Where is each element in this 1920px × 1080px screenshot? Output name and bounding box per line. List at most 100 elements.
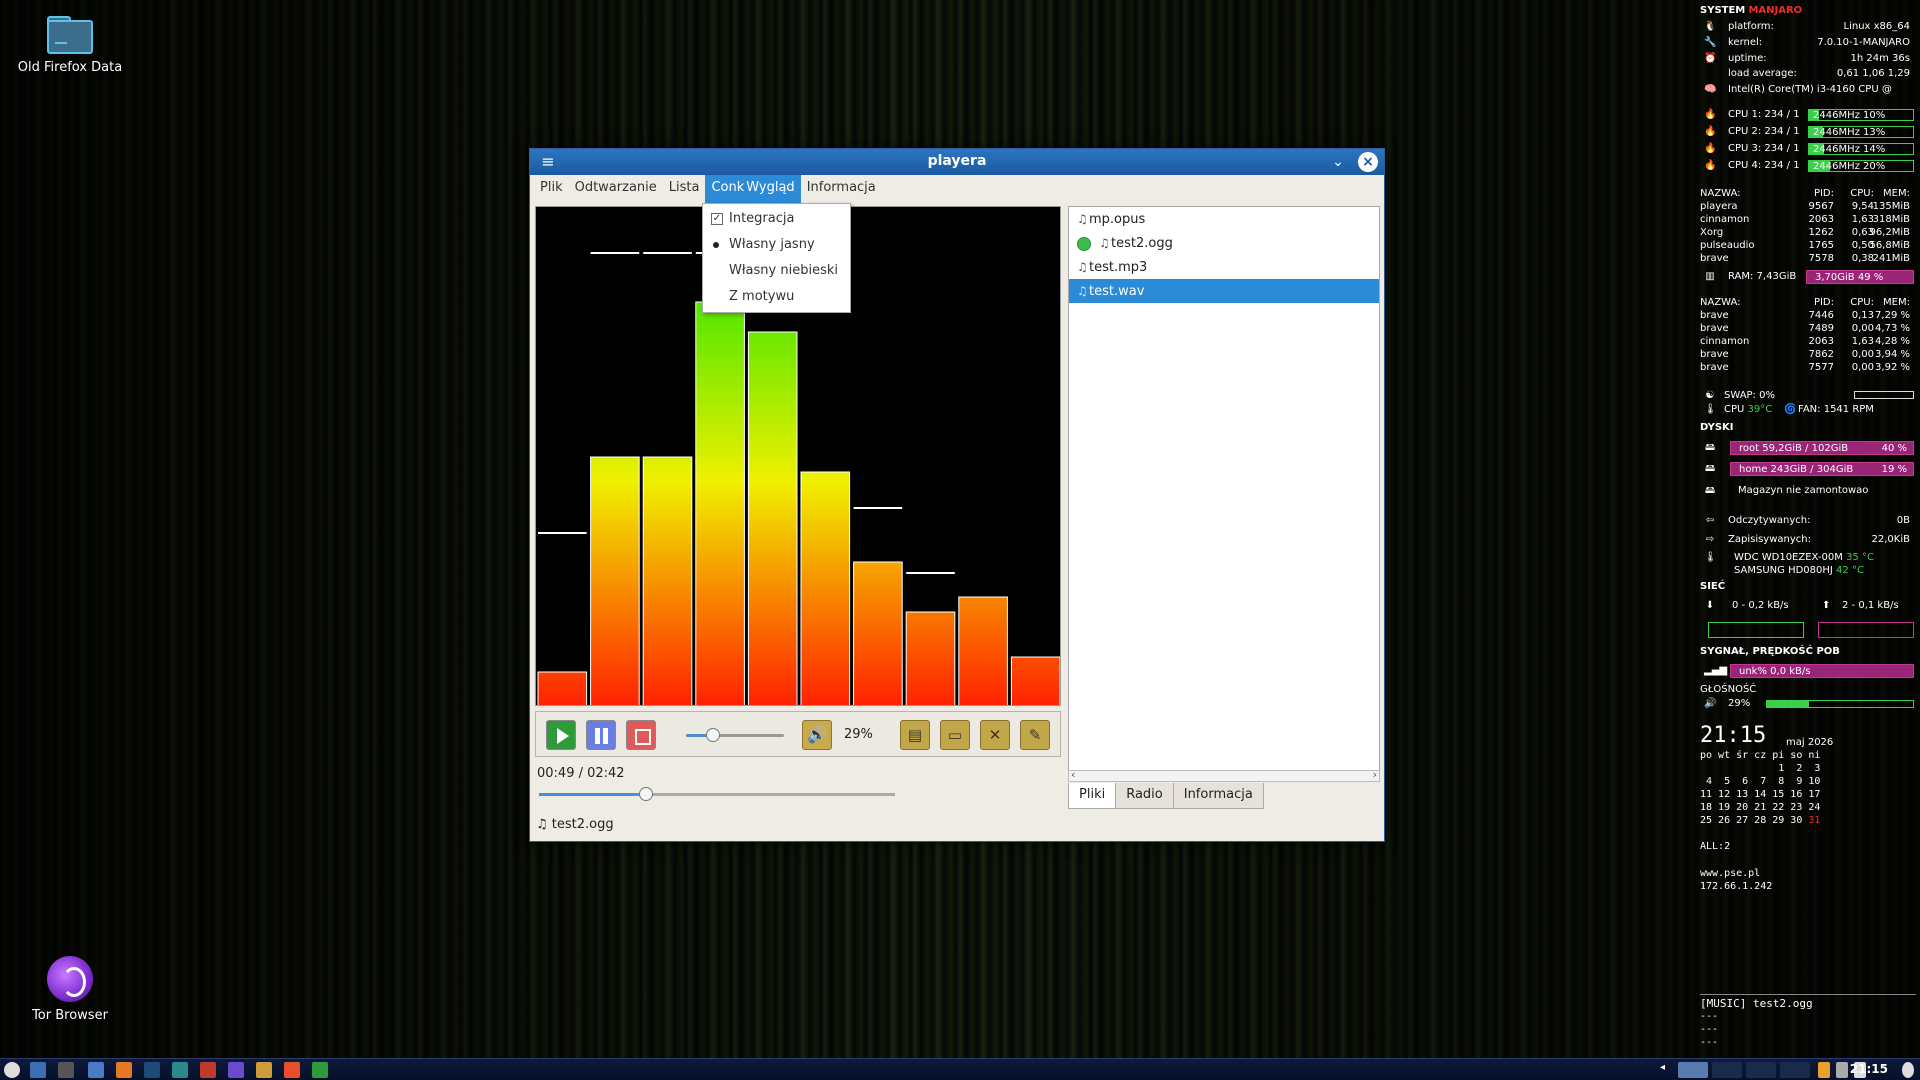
workspace-3[interactable] [1746, 1062, 1776, 1078]
home-disk-row: 🖴 home 243GiB / 304GiB 19 % [1700, 462, 1916, 476]
radio-icon[interactable]: ▤ [900, 720, 930, 750]
user-tray-icon[interactable] [1902, 1062, 1914, 1078]
hdd2-row: SAMSUNG HD080HJ 42 °C [1734, 565, 1864, 576]
open-folder-icon[interactable]: ▭ [940, 720, 970, 750]
menu-conky[interactable]: Conk [705, 175, 745, 203]
playlist-item[interactable]: ♫mp.opus [1069, 207, 1379, 231]
process-row: cinnamon 2063 1,63 4,28 % [1700, 336, 1910, 347]
clock-icon: ⏰ [1704, 53, 1717, 64]
music-note-icon: ♫ [1077, 212, 1088, 226]
root-disk-bar: root 59,2GiB / 102GiB 40 % [1730, 441, 1914, 455]
link-icon[interactable] [144, 1062, 160, 1078]
home-disk-bar: home 243GiB / 304GiB 19 % [1730, 462, 1914, 476]
firefox-icon[interactable] [256, 1062, 272, 1078]
file-manager-icon[interactable] [30, 1062, 46, 1078]
tor-browser-icon [47, 956, 93, 1002]
music-note-icon: ♫ [1077, 284, 1088, 298]
workspace-1[interactable] [1678, 1062, 1708, 1078]
spectrum-bar [695, 301, 745, 705]
shield-tray-icon[interactable] [1836, 1062, 1848, 1078]
seek-knob[interactable] [638, 787, 653, 801]
process-row: brave 7578 0,38 241MiB [1700, 253, 1910, 264]
title-bar[interactable]: ≡ playera ⌄ × [530, 149, 1384, 175]
kernel-row: 🔧 kernel: 7.0.10-1-MANJARO [1704, 37, 1910, 48]
screen-icon[interactable] [172, 1062, 188, 1078]
conky-month: maj 2026 [1786, 737, 1834, 748]
app-icon[interactable] [228, 1062, 244, 1078]
process-row: pulseaudio 1765 0,50 56,8MiB [1700, 240, 1910, 251]
tab-pliki[interactable]: Pliki [1068, 783, 1117, 809]
ram-bar: 3,70GiB 49 % [1806, 270, 1914, 284]
menu-item-label: Integracja [729, 211, 795, 226]
save-list-icon[interactable]: ✎ [1020, 720, 1050, 750]
menu-bar: Plik Odtwarzanie Lista Conk Wygląd Infor… [530, 175, 1384, 203]
playlist-horizontal-scrollbar[interactable] [1068, 768, 1380, 782]
upload-icon: ⬆ [1822, 600, 1831, 611]
desktop-icon-label: Tor Browser [32, 1008, 108, 1023]
menu-lista[interactable]: Lista [663, 175, 706, 203]
spectrum-bar [590, 456, 640, 705]
playback-time: 00:49 / 02:42 [537, 766, 625, 781]
terminal-icon[interactable] [58, 1062, 74, 1078]
top-cpu-processes: NAZWA: PID: CPU: MEM: playera 9567 9,54 135MiB c… [1700, 187, 1916, 265]
play-button[interactable] [546, 720, 576, 750]
minimize-chevron-icon[interactable]: ⌄ [1328, 152, 1348, 172]
music-note-icon: ♫ [1099, 236, 1110, 250]
spectrum-bar [1010, 656, 1060, 705]
now-playing: ♫ test2.ogg [536, 817, 614, 832]
close-icon[interactable]: × [1358, 152, 1378, 172]
player-controls: 🔊 29% ▤ ▭ ✕ ✎ [535, 711, 1061, 757]
menu-item-wlasny-jasny[interactable]: Własny jasny [703, 232, 850, 258]
process-row: cinnamon 2063 1,63 318MiB [1700, 214, 1910, 225]
playlist-item[interactable]: ♫test2.ogg [1069, 231, 1379, 255]
menu-launcher-icon[interactable] [4, 1062, 20, 1078]
desktop-icon-old-firefox-data[interactable]: Old Firefox Data [5, 16, 135, 75]
playlist-item-name: test.wav [1089, 284, 1145, 299]
volume-icon[interactable]: 🔊 [802, 720, 832, 750]
spectrum-peak [538, 532, 587, 534]
net-row: ⬇ 0 - 0,2 kB/s ⬆ 2 - 0,1 kB/s [1705, 600, 1899, 611]
menu-informacja[interactable]: Informacja [801, 175, 882, 203]
cpu4-row: 🔥 CPU 4: 234 / 1 2446MHz 20% [1700, 159, 1916, 173]
dash-row: --- [1700, 1037, 1719, 1048]
tab-radio[interactable]: Radio [1115, 783, 1174, 809]
pdf-icon[interactable] [200, 1062, 216, 1078]
dash-row: --- [1700, 1024, 1719, 1035]
menu-item-label: Własny niebieski [729, 263, 838, 278]
notes-tray-icon[interactable] [1818, 1062, 1830, 1078]
player-task-icon[interactable] [312, 1062, 328, 1078]
thermometer-icon: 🌡 [1704, 404, 1717, 415]
stop-button[interactable] [626, 720, 656, 750]
tab-informacja[interactable]: Informacja [1172, 783, 1264, 809]
brave-icon[interactable] [284, 1062, 300, 1078]
editor-icon[interactable] [116, 1062, 132, 1078]
fire-icon: 🔥 [1704, 143, 1717, 154]
workspace-2[interactable] [1712, 1062, 1742, 1078]
menu-item-z-motywu[interactable]: Z motywu [703, 284, 850, 310]
menu-odtwarzanie[interactable]: Odtwarzanie [569, 175, 663, 203]
brain-icon: 🧠 [1704, 84, 1717, 95]
music-row: [MUSIC] test2.ogg [1700, 997, 1813, 1010]
seek-bar[interactable] [539, 787, 895, 801]
process-row: brave 7446 0,13 7,29 % [1700, 310, 1910, 321]
workspace-4[interactable] [1780, 1062, 1810, 1078]
menu-wyglad[interactable]: Wygląd [744, 175, 801, 203]
playlist-item[interactable]: ♫test.mp3 [1069, 255, 1379, 279]
playlist-item-selected[interactable]: ♫test.wav [1069, 279, 1379, 303]
apps-icon[interactable] [88, 1062, 104, 1078]
platform-row: 🐧 platform: Linux x86_64 [1704, 21, 1910, 32]
volume-header: GŁOŚNOŚĆ [1700, 684, 1757, 695]
slider-knob[interactable] [706, 728, 721, 742]
all-row: ALL:2 [1700, 841, 1731, 852]
menu-item-wlasny-niebieski[interactable]: Własny niebieski [703, 258, 850, 284]
menu-plik[interactable]: Plik [534, 175, 569, 203]
desktop-icon-tor-browser[interactable]: Tor Browser [5, 956, 135, 1023]
calendar-week: 18 19 20 21 22 23 24 [1700, 802, 1821, 813]
swap-bar [1854, 391, 1914, 399]
remove-file-icon[interactable]: ✕ [980, 720, 1010, 750]
speed-slider[interactable] [686, 728, 784, 742]
menu-item-integracja[interactable]: ✓ Integracja [703, 206, 850, 232]
tray-arrow-icon[interactable]: ◂ [1660, 1062, 1670, 1078]
load-row: load average: 0,61 1,06 1,29 [1728, 68, 1910, 79]
pause-button[interactable] [586, 720, 616, 750]
